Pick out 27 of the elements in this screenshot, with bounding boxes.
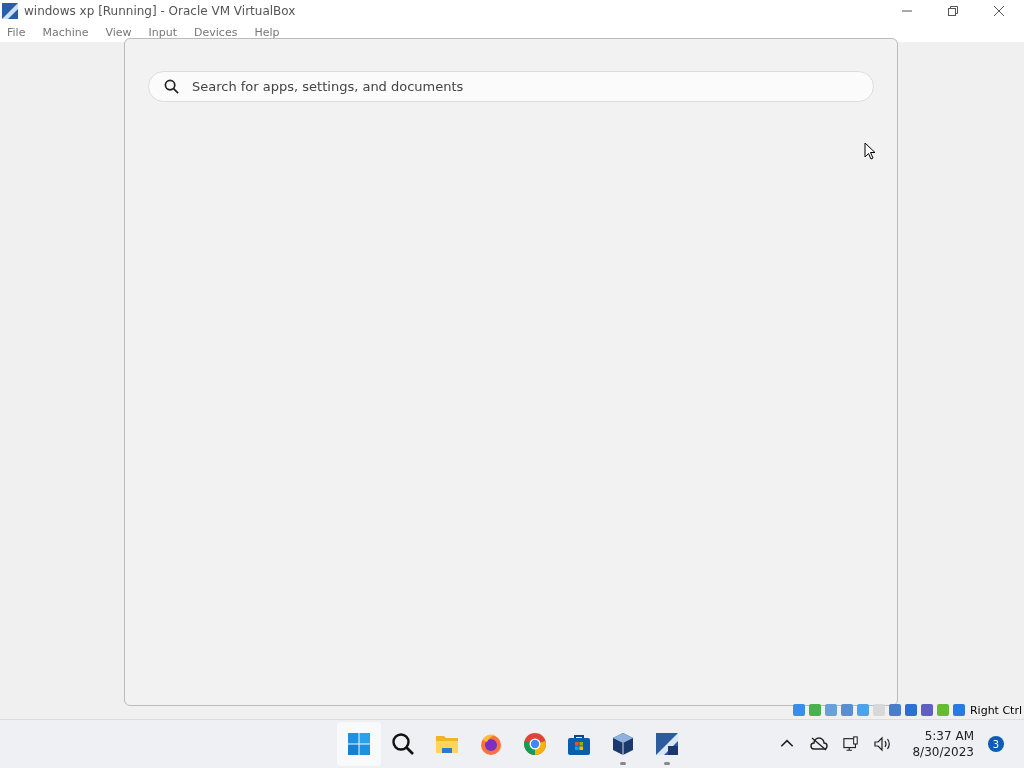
app-icon [2,3,18,19]
speaker-icon[interactable] [874,736,893,752]
menu-item[interactable]: File [7,25,26,39]
notification-badge[interactable]: 3 [988,736,1004,752]
fox-globe-icon [479,732,503,756]
mouse-pointer-icon [864,142,876,160]
search-icon [391,732,415,756]
menu-item[interactable]: Devices [194,25,238,39]
restore-icon[interactable] [948,6,958,16]
chrome-icon [523,732,547,756]
clock-time[interactable]: 5:37 AM [924,728,974,744]
cube-icon [611,732,635,756]
network-icon[interactable] [842,736,861,752]
start-taskbar-button[interactable] [337,722,381,766]
shopping-bag-icon [567,732,591,756]
windows-logo-icon [347,732,371,756]
menu-item[interactable]: Help [254,25,280,39]
clock-date[interactable]: 8/30/2023 [912,744,974,760]
close-icon[interactable] [994,6,1004,16]
menu-item[interactable]: View [105,25,132,39]
host-key-label: Right Ctrl [969,703,1022,717]
menu-item[interactable]: Machine [42,25,89,39]
window-title: windows xp [Running] - Oracle VM VirtualBox [24,4,296,18]
vm-window-icon [655,732,679,756]
cloud-off-icon[interactable] [810,736,829,752]
search-field[interactable]: Search for apps, settings, and documents [148,71,874,102]
menu-item[interactable]: Input [148,25,178,39]
